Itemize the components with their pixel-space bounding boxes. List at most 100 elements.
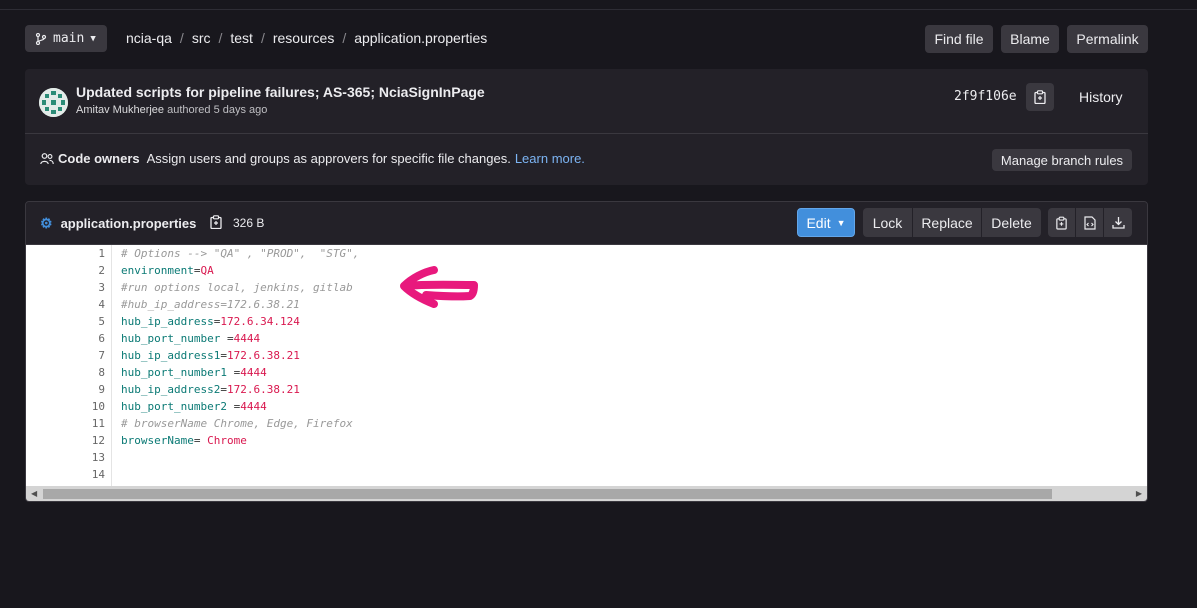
delete-button[interactable]: Delete [982, 208, 1041, 237]
last-commit-panel: Updated scripts for pipeline failures; A… [25, 69, 1148, 185]
code-owners-label: Code owners [58, 151, 140, 166]
file-size: 326 B [233, 216, 265, 230]
edit-label: Edit [806, 214, 831, 231]
code-content[interactable]: 1 2 3 4 5 6 7 8 9 10 11 12 13 14 # Options --> "QA" ,… [26, 245, 1147, 486]
code-key: hub_ip_address [121, 315, 214, 328]
code-value: Chrome [207, 434, 247, 447]
commit-author[interactable]: Amitav Mukherjee [76, 104, 164, 116]
code-owners: Code owners Assign users and groups as a… [40, 151, 585, 166]
breadcrumb-separator: / [218, 30, 223, 46]
copy-contents-button[interactable] [1048, 208, 1076, 237]
line-number[interactable]: 2 [98, 264, 105, 277]
permalink-button[interactable]: Permalink [1067, 25, 1148, 53]
code-separator: = [220, 349, 227, 362]
code-value: 172.6.38.21 [226, 383, 300, 396]
scroll-right-icon[interactable]: ▶ [1136, 489, 1142, 498]
file-toolbar: main ▼ ncia-qa / src / test / resources / ap… [25, 25, 1148, 53]
branch-icon [35, 32, 47, 45]
code-key: environment [121, 264, 194, 277]
line-number[interactable]: 4 [98, 298, 105, 311]
code-key: hub_port_number [121, 332, 227, 345]
line-number[interactable]: 10 [92, 400, 105, 413]
breadcrumb: ncia-qa / src / test / resources / applicati… [126, 30, 487, 46]
file-icon-actions-group [1048, 208, 1132, 237]
line-number[interactable]: 14 [92, 468, 105, 481]
file-name: application.properties [60, 216, 197, 231]
arrow-annotation-icon [400, 266, 478, 308]
line-number[interactable]: 6 [98, 332, 105, 345]
download-button[interactable] [1104, 208, 1132, 237]
breadcrumb-separator: / [179, 30, 184, 46]
line-number[interactable]: 13 [92, 451, 105, 464]
file-actions-group: Lock Replace Delete [863, 208, 1041, 237]
code-value: QA [200, 264, 214, 277]
breadcrumb-item[interactable]: src [192, 30, 211, 46]
code-key: hub_ip_address2 [121, 383, 221, 396]
commit-title[interactable]: Updated scripts for pipeline failures; A… [76, 84, 485, 100]
line-numbers: 1 2 3 4 5 6 7 8 9 10 11 12 13 14 [26, 245, 112, 486]
code-line: #hub_ip_address=172.6.38.21 [121, 298, 300, 311]
top-divider [0, 9, 1197, 10]
line-number[interactable]: 8 [98, 366, 105, 379]
code-line: environment=QA [121, 264, 214, 277]
copy-sha-button[interactable] [1026, 83, 1054, 111]
history-button[interactable]: History [1079, 89, 1123, 105]
commit-time: authored 5 days ago [167, 104, 268, 116]
code-value: 4444 [240, 400, 267, 413]
users-icon [40, 153, 54, 165]
breadcrumb-item[interactable]: resources [273, 30, 334, 46]
code-line: hub_ip_address1=172.6.38.21 [121, 349, 300, 362]
line-number[interactable]: 1 [98, 247, 105, 260]
breadcrumb-item[interactable]: ncia-qa [126, 30, 172, 46]
code-line: # Options --> "QA" , "PROD", "STG", [121, 247, 359, 260]
avatar[interactable] [39, 88, 68, 117]
code-key: hub_port_number2 [121, 400, 234, 413]
learn-more-link[interactable]: Learn more. [515, 151, 585, 166]
breadcrumb-separator: / [260, 30, 265, 46]
lock-button[interactable]: Lock [863, 208, 913, 237]
branch-selector[interactable]: main ▼ [25, 25, 107, 52]
code-line: #run options local, jenkins, gitlab [121, 281, 353, 294]
line-number[interactable]: 5 [98, 315, 105, 328]
code-value: 172.6.34.124 [220, 315, 300, 328]
find-file-button[interactable]: Find file [925, 25, 993, 53]
code-separator: = [193, 434, 208, 447]
breadcrumb-current[interactable]: application.properties [354, 30, 487, 46]
scrollbar-thumb[interactable] [43, 489, 1052, 499]
code-key: hub_ip_address1 [121, 349, 221, 362]
file-header: ⚙ application.properties 326 B Edit ▼ Lo… [26, 202, 1147, 245]
commit-row: Updated scripts for pipeline failures; A… [25, 69, 1148, 134]
branch-name: main [53, 31, 85, 46]
copy-path-button[interactable] [209, 215, 223, 234]
line-number[interactable]: 11 [92, 417, 105, 430]
horizontal-scrollbar[interactable]: ◀ ▶ [26, 486, 1147, 501]
file-viewer: ⚙ application.properties 326 B Edit ▼ Lo… [25, 201, 1148, 502]
chevron-down-icon: ▼ [836, 217, 846, 228]
code-line: # browserName Chrome, Edge, Firefox [121, 417, 353, 430]
code-separator: = [220, 383, 227, 396]
commit-sha: 2f9f106e [954, 89, 1017, 104]
manage-branch-rules-button[interactable]: Manage branch rules [992, 149, 1132, 171]
code-value: 4444 [233, 332, 261, 345]
blame-button[interactable]: Blame [1001, 25, 1059, 53]
code-line: hub_port_number =4444 [121, 332, 260, 345]
line-number[interactable]: 3 [98, 281, 105, 294]
settings-file-icon: ⚙ [40, 215, 53, 231]
code-value: 172.6.38.21 [226, 349, 300, 362]
breadcrumb-separator: / [342, 30, 347, 46]
replace-button[interactable]: Replace [913, 208, 982, 237]
code-key: hub_port_number1 [121, 366, 234, 379]
code-comment: # Options --> "QA" , "PROD", "STG", [121, 247, 360, 260]
clipboard-icon [1056, 216, 1067, 230]
code-value: 4444 [240, 366, 267, 379]
edit-button[interactable]: Edit ▼ [797, 208, 855, 237]
code-line: browserName= Chrome [121, 434, 247, 447]
commit-meta: Amitav Mukherjee authored 5 days ago [76, 104, 267, 116]
line-number[interactable]: 9 [98, 383, 105, 396]
line-number[interactable]: 12 [92, 434, 105, 447]
line-number[interactable]: 7 [98, 349, 105, 362]
breadcrumb-item[interactable]: test [230, 30, 253, 46]
open-raw-button[interactable] [1076, 208, 1104, 237]
code-comment: #hub_ip_address=172.6.38.21 [121, 298, 300, 311]
scroll-left-icon[interactable]: ◀ [31, 489, 37, 498]
